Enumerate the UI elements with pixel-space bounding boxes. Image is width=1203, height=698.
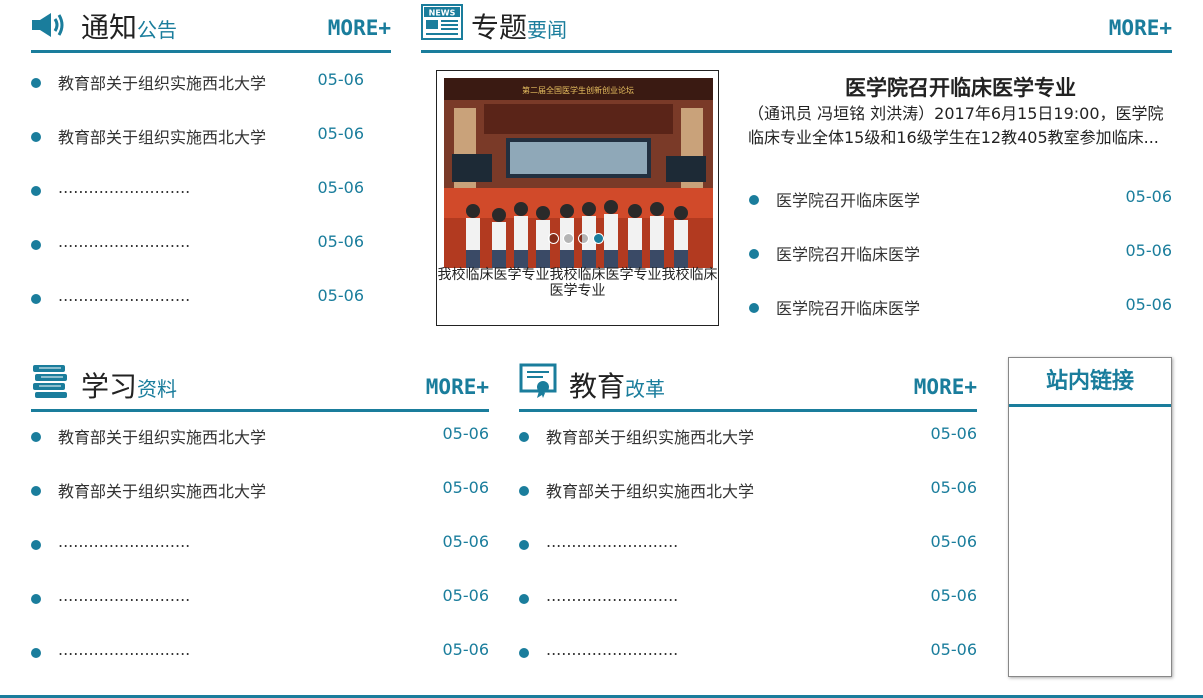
- study-list: 教育部关于组织实施西北大学 05-06 教育部关于组织实施西北大学 05-06 ..…: [31, 424, 489, 697]
- topic-header: NEWS 专题要闻 MORE+: [421, 0, 1172, 53]
- bullet-icon: [31, 186, 41, 196]
- news-slideshow[interactable]: 第二届全国医学生创新创业论坛 我校临床医学专业我校临床医学专业我校临床医学专业: [436, 70, 719, 326]
- newspaper-icon: NEWS: [421, 4, 463, 44]
- svg-text:第二届全国医学生创新创业论坛: 第二届全国医学生创新创业论坛: [522, 85, 634, 95]
- list-item[interactable]: .......................... 05-06: [519, 640, 977, 697]
- bullet-icon: [31, 132, 41, 142]
- slider-dot[interactable]: [548, 233, 559, 244]
- study-title: 学习资料: [81, 370, 178, 403]
- slider-dot[interactable]: [563, 233, 574, 244]
- notice-list: 教育部关于组织实施西北大学 05-06 教育部关于组织实施西北大学 05-06 ..…: [31, 70, 364, 343]
- list-item[interactable]: .......................... 05-06: [31, 286, 364, 343]
- site-links-panel: 站内链接: [1008, 357, 1172, 677]
- topic-title: 专题要闻: [471, 11, 568, 44]
- list-item[interactable]: .......................... 05-06: [31, 586, 489, 643]
- study-more-link[interactable]: MORE+: [426, 375, 489, 399]
- topic-list: 医学院召开临床医学 05-06 医学院召开临床医学 05-06 医学院召开临床医学 0…: [749, 187, 1172, 352]
- speaker-icon: [31, 10, 67, 44]
- bullet-icon: [749, 303, 759, 313]
- bullet-icon: [31, 648, 41, 658]
- list-item[interactable]: .......................... 05-06: [31, 532, 489, 589]
- list-item[interactable]: .......................... 05-06: [519, 586, 977, 643]
- news-summary: （通讯员 冯垣铭 刘洪涛）2017年6月15日19:00，医学院临床专业全体15…: [748, 104, 1164, 147]
- slider-dot[interactable]: [578, 233, 589, 244]
- slider-dots: [548, 229, 608, 248]
- news-headline[interactable]: 医学院召开临床医学专业: [748, 72, 1173, 102]
- bullet-icon: [31, 540, 41, 550]
- list-item[interactable]: 教育部关于组织实施西北大学 05-06: [31, 70, 364, 127]
- reform-title: 教育改革: [569, 370, 666, 403]
- list-item[interactable]: 教育部关于组织实施西北大学 05-06: [31, 124, 364, 181]
- certificate-icon: [519, 363, 557, 403]
- list-item[interactable]: .......................... 05-06: [31, 232, 364, 289]
- bullet-icon: [519, 432, 529, 442]
- topic-more-link[interactable]: MORE+: [1109, 16, 1172, 40]
- photo-caption[interactable]: 我校临床医学专业我校临床医学专业我校临床医学专业: [437, 267, 718, 299]
- list-item[interactable]: 教育部关于组织实施西北大学 05-06: [519, 424, 977, 481]
- list-item[interactable]: 医学院召开临床医学 05-06: [749, 241, 1172, 298]
- list-item[interactable]: .......................... 05-06: [519, 532, 977, 589]
- reform-more-link[interactable]: MORE+: [914, 375, 977, 399]
- bullet-icon: [31, 294, 41, 304]
- bullet-icon: [31, 594, 41, 604]
- bullet-icon: [31, 78, 41, 88]
- bullet-icon: [519, 594, 529, 604]
- svg-text:NEWS: NEWS: [429, 9, 456, 18]
- list-item[interactable]: .......................... 05-06: [31, 178, 364, 235]
- list-item[interactable]: 教育部关于组织实施西北大学 05-06: [31, 424, 489, 481]
- notice-more-link[interactable]: MORE+: [328, 16, 391, 40]
- list-item[interactable]: 教育部关于组织实施西北大学 05-06: [519, 478, 977, 535]
- bullet-icon: [749, 195, 759, 205]
- bullet-icon: [519, 486, 529, 496]
- list-item[interactable]: 医学院召开临床医学 05-06: [749, 187, 1172, 244]
- notice-header: 通知公告 MORE+: [31, 0, 391, 53]
- slider-dot-active[interactable]: [593, 233, 604, 244]
- bullet-icon: [31, 486, 41, 496]
- bullet-icon: [31, 240, 41, 250]
- notice-title: 通知公告: [81, 11, 178, 44]
- list-item[interactable]: 医学院召开临床医学 05-06: [749, 295, 1172, 352]
- bullet-icon: [749, 249, 759, 259]
- news-photo[interactable]: 第二届全国医学生创新创业论坛: [444, 78, 713, 268]
- bullet-icon: [519, 540, 529, 550]
- list-item[interactable]: 教育部关于组织实施西北大学 05-06: [31, 478, 489, 535]
- reform-list: 教育部关于组织实施西北大学 05-06 教育部关于组织实施西北大学 05-06 ..…: [519, 424, 977, 697]
- books-icon: [31, 363, 69, 403]
- list-item[interactable]: .......................... 05-06: [31, 640, 489, 697]
- bullet-icon: [519, 648, 529, 658]
- reform-header: 教育改革 MORE+: [519, 359, 977, 412]
- site-links-title: 站内链接: [1009, 358, 1171, 407]
- bullet-icon: [31, 432, 41, 442]
- study-header: 学习资料 MORE+: [31, 359, 489, 412]
